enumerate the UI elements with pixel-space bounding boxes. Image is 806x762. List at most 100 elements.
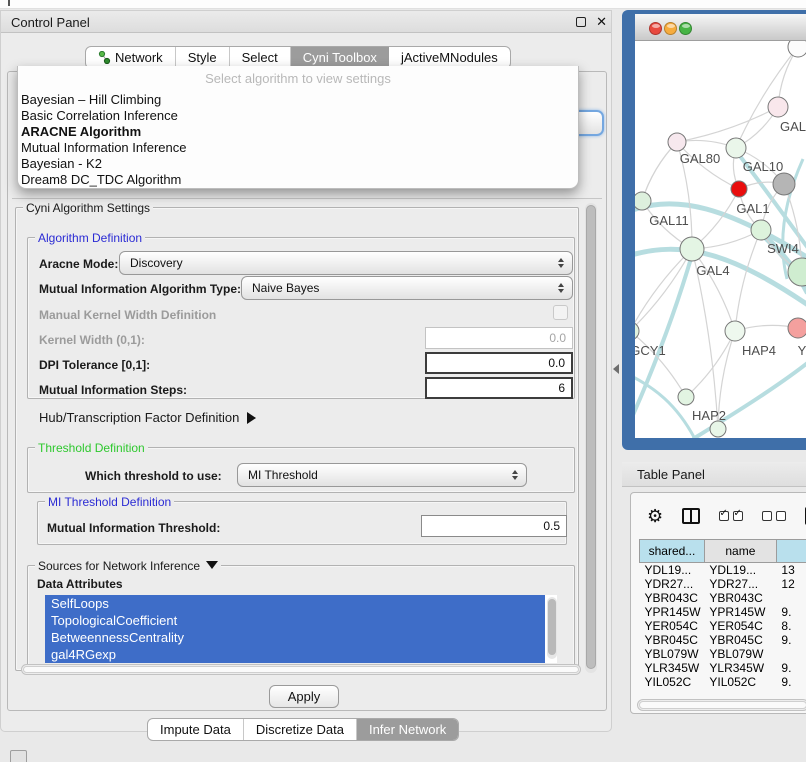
- network-canvas[interactable]: GALGAL80GAL10GAL1GAL11SWI4GAL4GCY1HAP4YH…: [635, 41, 806, 438]
- table-cell: 9.: [776, 605, 806, 619]
- tab-discretize-data[interactable]: Discretize Data: [244, 719, 357, 740]
- deselect-all-checkboxes-icon[interactable]: [762, 511, 786, 521]
- network-node[interactable]: [710, 421, 726, 437]
- network-edge[interactable]: [735, 230, 761, 331]
- tab-style[interactable]: Style: [176, 47, 230, 68]
- network-node-gal10[interactable]: [726, 138, 746, 158]
- tab-label: Impute Data: [160, 722, 231, 737]
- column-header-name[interactable]: name: [704, 540, 776, 563]
- which-threshold-label: Which threshold to use:: [85, 469, 222, 483]
- aracne-mode-combobox[interactable]: Discovery: [119, 251, 573, 275]
- network-node-y[interactable]: [788, 318, 806, 338]
- table-row[interactable]: YER054CYER054C8.: [640, 619, 806, 633]
- table-cell: 8.: [776, 619, 806, 633]
- network-window-titlebar[interactable]: [635, 14, 806, 41]
- table-row[interactable]: YIL052CYIL052C9.: [640, 675, 806, 689]
- network-node-gal11[interactable]: [635, 192, 651, 210]
- screen: Control Panel ✕ NetworkStyleSelectCyni T…: [0, 0, 806, 762]
- bottom-left-panel-icon[interactable]: [10, 750, 27, 762]
- hub-definition-toggle[interactable]: Hub/Transcription Factor Definition: [39, 410, 256, 425]
- threshold-group-title: Threshold Definition: [35, 441, 148, 455]
- column-header-shared...[interactable]: shared...: [640, 540, 705, 563]
- network-edge[interactable]: [635, 331, 686, 397]
- table-cell: YDR27...: [640, 577, 705, 591]
- tab-jactivemnodules[interactable]: jActiveMNodules: [389, 47, 510, 68]
- dpi-tolerance-field[interactable]: 0.0: [425, 352, 573, 374]
- network-node-gal[interactable]: [768, 97, 788, 117]
- mi-steps-field[interactable]: 6: [425, 377, 573, 399]
- table-row[interactable]: YDR27...YDR27...12: [640, 577, 806, 591]
- network-tab-icon: [98, 51, 111, 64]
- table-row[interactable]: YPR145WYPR145W9.: [640, 605, 806, 619]
- sources-title-label: Sources for Network Inference: [38, 559, 200, 573]
- network-edge[interactable]: [642, 142, 677, 201]
- network-node[interactable]: [773, 173, 795, 195]
- tab-cyni-toolbox[interactable]: Cyni Toolbox: [291, 47, 389, 68]
- tab-infer-network[interactable]: Infer Network: [357, 719, 458, 740]
- attribute-list-scroll-thumb[interactable]: [548, 599, 556, 655]
- network-node[interactable]: [788, 41, 806, 57]
- dropdown-item[interactable]: Basic Correlation Inference: [18, 108, 578, 124]
- mi-type-combobox[interactable]: Naive Bayes: [241, 276, 573, 300]
- minimize-traffic-light-icon[interactable]: [664, 22, 677, 35]
- network-node-swi4[interactable]: [751, 220, 771, 240]
- zoom-traffic-light-icon[interactable]: [679, 22, 692, 35]
- split-columns-icon[interactable]: [682, 508, 699, 524]
- network-node-hap2[interactable]: [678, 389, 694, 405]
- table-row[interactable]: YBR045CYBR045C9.: [640, 633, 806, 647]
- table-cell: YLR345W: [640, 661, 705, 675]
- network-node-gcy1[interactable]: [635, 322, 639, 340]
- select-all-checkboxes-icon[interactable]: [719, 511, 743, 521]
- dropdown-item[interactable]: Dream8 DC_TDC Algorithm: [18, 172, 578, 188]
- settings-hscroll-thumb[interactable]: [23, 666, 579, 673]
- dropdown-item[interactable]: Mutual Information Inference: [18, 140, 578, 156]
- dropdown-item[interactable]: ARACNE Algorithm: [18, 124, 578, 140]
- collapsed-arrow-icon[interactable]: [247, 412, 256, 424]
- apply-button[interactable]: Apply: [269, 685, 339, 708]
- close-icon[interactable]: ✕: [596, 14, 607, 30]
- which-threshold-combobox[interactable]: MI Threshold: [237, 463, 527, 487]
- network-node-hap4[interactable]: [725, 321, 745, 341]
- tab-select[interactable]: Select: [230, 47, 291, 68]
- data-attribute-item[interactable]: TopologicalCoefficient: [45, 612, 545, 629]
- network-edge[interactable]: [635, 249, 692, 331]
- network-edge[interactable]: [677, 107, 778, 142]
- dropdown-item[interactable]: Bayesian - K2: [18, 156, 578, 172]
- network-node-gal80[interactable]: [668, 133, 686, 151]
- network-edge[interactable]: [642, 142, 677, 201]
- mi-threshold-field[interactable]: 0.5: [421, 515, 567, 537]
- data-attribute-item[interactable]: gal4RGexp: [45, 646, 545, 663]
- data-attribute-item[interactable]: SelfLoops: [45, 595, 545, 612]
- float-window-icon[interactable]: [576, 17, 586, 27]
- table-row[interactable]: YLR345WYLR345W9.: [640, 661, 806, 675]
- network-graph[interactable]: GALGAL80GAL10GAL1GAL11SWI4GAL4GCY1HAP4YH…: [635, 41, 806, 438]
- network-edge[interactable]: [686, 331, 735, 397]
- network-node-gal1[interactable]: [731, 181, 747, 197]
- kernel-width-field[interactable]: 0.0: [425, 327, 573, 349]
- network-edge[interactable]: [635, 249, 692, 331]
- aracne-mode-value: Discovery: [130, 256, 183, 270]
- splitter-collapse-arrow-icon[interactable]: [613, 364, 619, 374]
- network-node-gal4[interactable]: [680, 237, 704, 261]
- dropdown-item[interactable]: Bayesian – Hill Climbing: [18, 92, 578, 108]
- close-traffic-light-icon[interactable]: [649, 22, 662, 35]
- settings-horizontal-scrollbar[interactable]: [21, 664, 581, 675]
- manual-kernel-checkbox[interactable]: [553, 305, 568, 320]
- table-row[interactable]: YBR043CYBR043C: [640, 591, 806, 605]
- table-cell: YIL052C: [704, 675, 776, 689]
- table-row[interactable]: YDL19...YDL19...13: [640, 563, 806, 578]
- data-attribute-item[interactable]: BetweennessCentrality: [45, 629, 545, 646]
- tab-network[interactable]: Network: [86, 47, 176, 68]
- gear-icon[interactable]: ⚙: [647, 506, 663, 527]
- network-node-label: GAL80: [680, 151, 720, 166]
- settings-vertical-scrollbar[interactable]: [585, 203, 597, 673]
- column-header-extra[interactable]: [776, 540, 806, 563]
- table-horizontal-scrollbar[interactable]: [637, 699, 806, 711]
- expanded-arrow-icon[interactable]: [206, 561, 218, 569]
- table-hscroll-thumb[interactable]: [639, 701, 806, 709]
- tab-impute-data[interactable]: Impute Data: [148, 719, 244, 740]
- attribute-list-scrollbar[interactable]: [547, 597, 557, 659]
- table-row[interactable]: YBL079WYBL079W: [640, 647, 806, 661]
- sources-group-title[interactable]: Sources for Network Inference: [35, 559, 221, 573]
- settings-vscroll-thumb[interactable]: [586, 205, 596, 669]
